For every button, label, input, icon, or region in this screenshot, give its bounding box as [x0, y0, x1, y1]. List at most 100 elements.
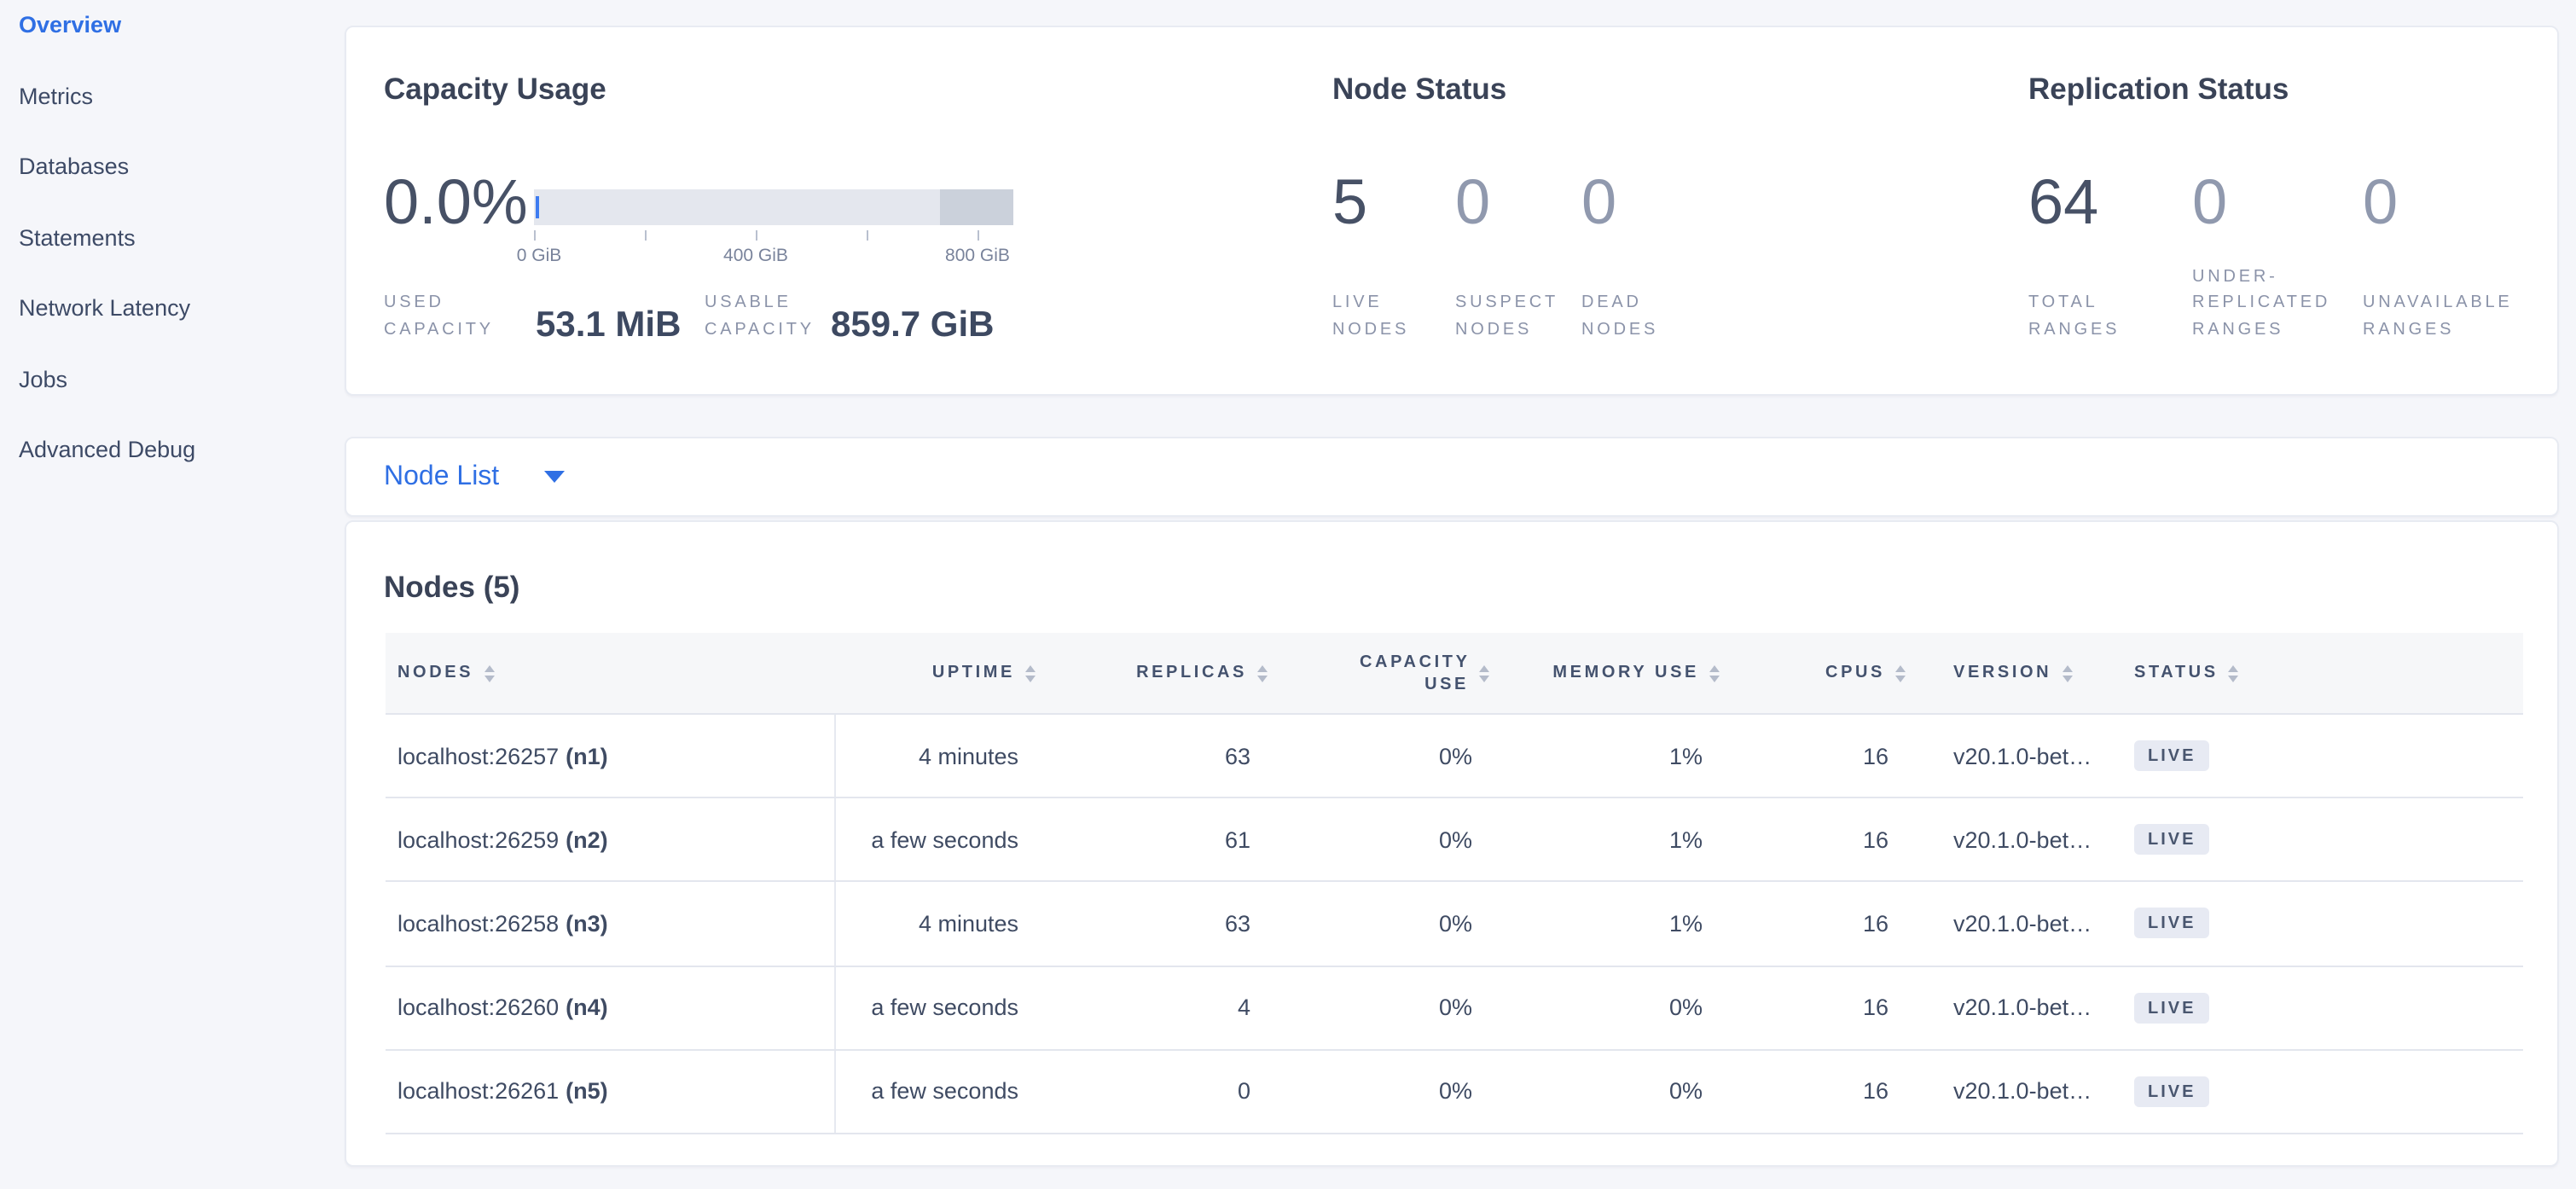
version-cell: v20.1.0-bet…	[1912, 966, 2117, 1048]
node-name-cell[interactable]: localhost:26258 (n3)	[386, 883, 836, 965]
sidebar-item-jobs[interactable]: Jobs	[0, 354, 345, 405]
nodes-table-header: NODES UPTIME REPLICAS CAPACITY USE MEMOR…	[386, 633, 2523, 715]
replicas-cell: 61	[1042, 798, 1274, 880]
cpus-cell: 16	[1726, 966, 1912, 1048]
column-header-status[interactable]: STATUS	[2117, 664, 2523, 682]
sidebar-item-statements[interactable]: Statements	[0, 212, 345, 264]
suspect-nodes-value: 0	[1455, 171, 1568, 234]
sort-icon	[2229, 664, 2239, 682]
sidebar-item-overview[interactable]: Overview	[0, 0, 345, 51]
status-cell: LIVE	[2117, 715, 2523, 797]
status-badge: LIVE	[2134, 1076, 2209, 1107]
column-header-label: VERSION	[1953, 664, 2051, 682]
node-status-title: Node Status	[1332, 72, 1506, 107]
uptime-cell: a few seconds	[836, 798, 1042, 880]
capacity-use-cell: 0%	[1274, 883, 1496, 965]
version-cell: v20.1.0-bet…	[1912, 883, 2117, 965]
column-header-cpus[interactable]: CPUS	[1726, 664, 1912, 682]
capacity-usage-title: Capacity Usage	[384, 72, 606, 107]
cpus-cell: 16	[1726, 883, 1912, 965]
cpus-cell: 16	[1726, 715, 1912, 797]
table-row[interactable]: localhost:26257(n1) 4 minutes 63 0% 1% 1…	[386, 715, 2523, 798]
status-badge: LIVE	[2134, 992, 2209, 1023]
uptime-cell: 4 minutes	[836, 883, 1042, 965]
node-address: localhost:26257	[397, 743, 559, 768]
column-header-label: UPTIME	[932, 664, 1015, 682]
total-ranges-stat: 64 TOTAL RANGES	[2028, 171, 2148, 343]
column-header-label: STATUS	[2134, 664, 2219, 682]
node-list-selector-card: Node List	[345, 437, 2559, 517]
column-header-memory-use[interactable]: MEMORY USE	[1496, 664, 1726, 682]
memory-use-cell: 0%	[1496, 966, 1726, 1048]
total-ranges-label: TOTAL RANGES	[2028, 290, 2148, 343]
uptime-cell: 4 minutes	[836, 715, 1042, 797]
column-header-label: CPUS	[1825, 664, 1885, 682]
status-cell: LIVE	[2117, 1051, 2523, 1133]
status-cell: LIVE	[2117, 798, 2523, 880]
uptime-cell: a few seconds	[836, 966, 1042, 1048]
node-id: (n3)	[566, 911, 608, 937]
memory-use-cell: 1%	[1496, 715, 1726, 797]
node-id: (n4)	[566, 995, 608, 1020]
sidebar-item-network-latency[interactable]: Network Latency	[0, 283, 345, 334]
sidebar-item-advanced-debug[interactable]: Advanced Debug	[0, 425, 345, 476]
nodes-table-card: Nodes (5) NODES UPTIME REPLICAS CAPACITY…	[345, 520, 2559, 1167]
memory-use-cell: 1%	[1496, 798, 1726, 880]
node-id: (n2)	[566, 827, 608, 853]
memory-use-cell: 0%	[1496, 1051, 1726, 1133]
replicas-cell: 0	[1042, 1051, 1274, 1133]
node-name-cell[interactable]: localhost:26259(n2)	[386, 798, 836, 880]
version-cell: v20.1.0-bet…	[1912, 798, 2117, 880]
live-nodes-value: 5	[1332, 171, 1442, 234]
column-header-nodes[interactable]: NODES	[386, 664, 836, 682]
sort-icon	[2062, 664, 2072, 682]
sidebar-item-databases[interactable]: Databases	[0, 142, 345, 193]
node-address: localhost:26260	[397, 995, 559, 1020]
live-nodes-label: LIVE NODES	[1332, 290, 1442, 343]
sort-icon	[1709, 664, 1720, 682]
suspect-nodes-stat: 0 SUSPECT NODES	[1455, 171, 1568, 343]
column-header-replicas[interactable]: REPLICAS	[1042, 664, 1274, 682]
column-header-label: REPLICAS	[1136, 664, 1247, 682]
node-list-dropdown[interactable]: Node List	[346, 438, 2557, 515]
table-row[interactable]: localhost:26261(n5) a few seconds 0 0% 0…	[386, 1051, 2523, 1134]
dead-nodes-label: DEAD NODES	[1581, 290, 1684, 343]
status-badge: LIVE	[2134, 740, 2209, 771]
node-id: (n1)	[566, 743, 608, 768]
usable-capacity-label: USABLE CAPACITY	[705, 290, 831, 343]
column-header-label: NODES	[397, 664, 473, 682]
node-address: localhost:26258	[397, 911, 559, 937]
memory-use-cell: 1%	[1496, 883, 1726, 965]
unavailable-ranges-label: UNAVAILABLE RANGES	[2363, 290, 2540, 343]
node-id: (n5)	[566, 1079, 608, 1105]
cpus-cell: 16	[1726, 798, 1912, 880]
unavailable-ranges-stat: 0 UNAVAILABLE RANGES	[2363, 171, 2540, 343]
nodes-table: NODES UPTIME REPLICAS CAPACITY USE MEMOR…	[386, 633, 2523, 1134]
node-name-cell[interactable]: localhost:26257 (n1)	[386, 715, 836, 797]
table-row[interactable]: localhost:26259(n2) a few seconds 61 0% …	[386, 798, 2523, 882]
unavailable-ranges-value: 0	[2363, 171, 2540, 234]
node-name-cell[interactable]: localhost:26261 (n5)	[386, 1051, 836, 1133]
sort-icon	[1479, 664, 1489, 682]
capacity-use-cell: 0%	[1274, 715, 1496, 797]
column-header-version[interactable]: VERSION	[1912, 664, 2117, 682]
column-header-capacity-use[interactable]: CAPACITY USE	[1274, 651, 1496, 695]
sidebar-item-metrics[interactable]: Metrics	[0, 71, 345, 122]
capacity-use-cell: 0%	[1274, 966, 1496, 1048]
replication-status-title: Replication Status	[2028, 72, 2289, 107]
table-row[interactable]: localhost:26260(n4) a few seconds 4 0% 0…	[386, 966, 2523, 1050]
sort-icon	[1025, 664, 1036, 682]
version-cell: v20.1.0-bet…	[1912, 715, 2117, 797]
under-replicated-ranges-label: UNDER-REPLICATED RANGES	[2192, 264, 2349, 343]
column-header-uptime[interactable]: UPTIME	[836, 664, 1042, 682]
node-name-cell[interactable]: localhost:26260 (n4)	[386, 966, 836, 1048]
dead-nodes-stat: 0 DEAD NODES	[1581, 171, 1684, 343]
used-capacity-label: USED CAPACITY	[384, 290, 510, 343]
cluster-summary-card: Capacity Usage 0.0% 0 GiB 400 GiB 800 Gi…	[345, 26, 2559, 396]
table-row[interactable]: localhost:26258(n3) 4 minutes 63 0% 1% 1…	[386, 883, 2523, 966]
dead-nodes-value: 0	[1581, 171, 1684, 234]
sort-icon	[1257, 664, 1268, 682]
used-capacity-value: 53.1 MiB	[536, 305, 681, 346]
node-address: localhost:26261	[397, 1079, 559, 1105]
sort-icon	[484, 664, 494, 682]
